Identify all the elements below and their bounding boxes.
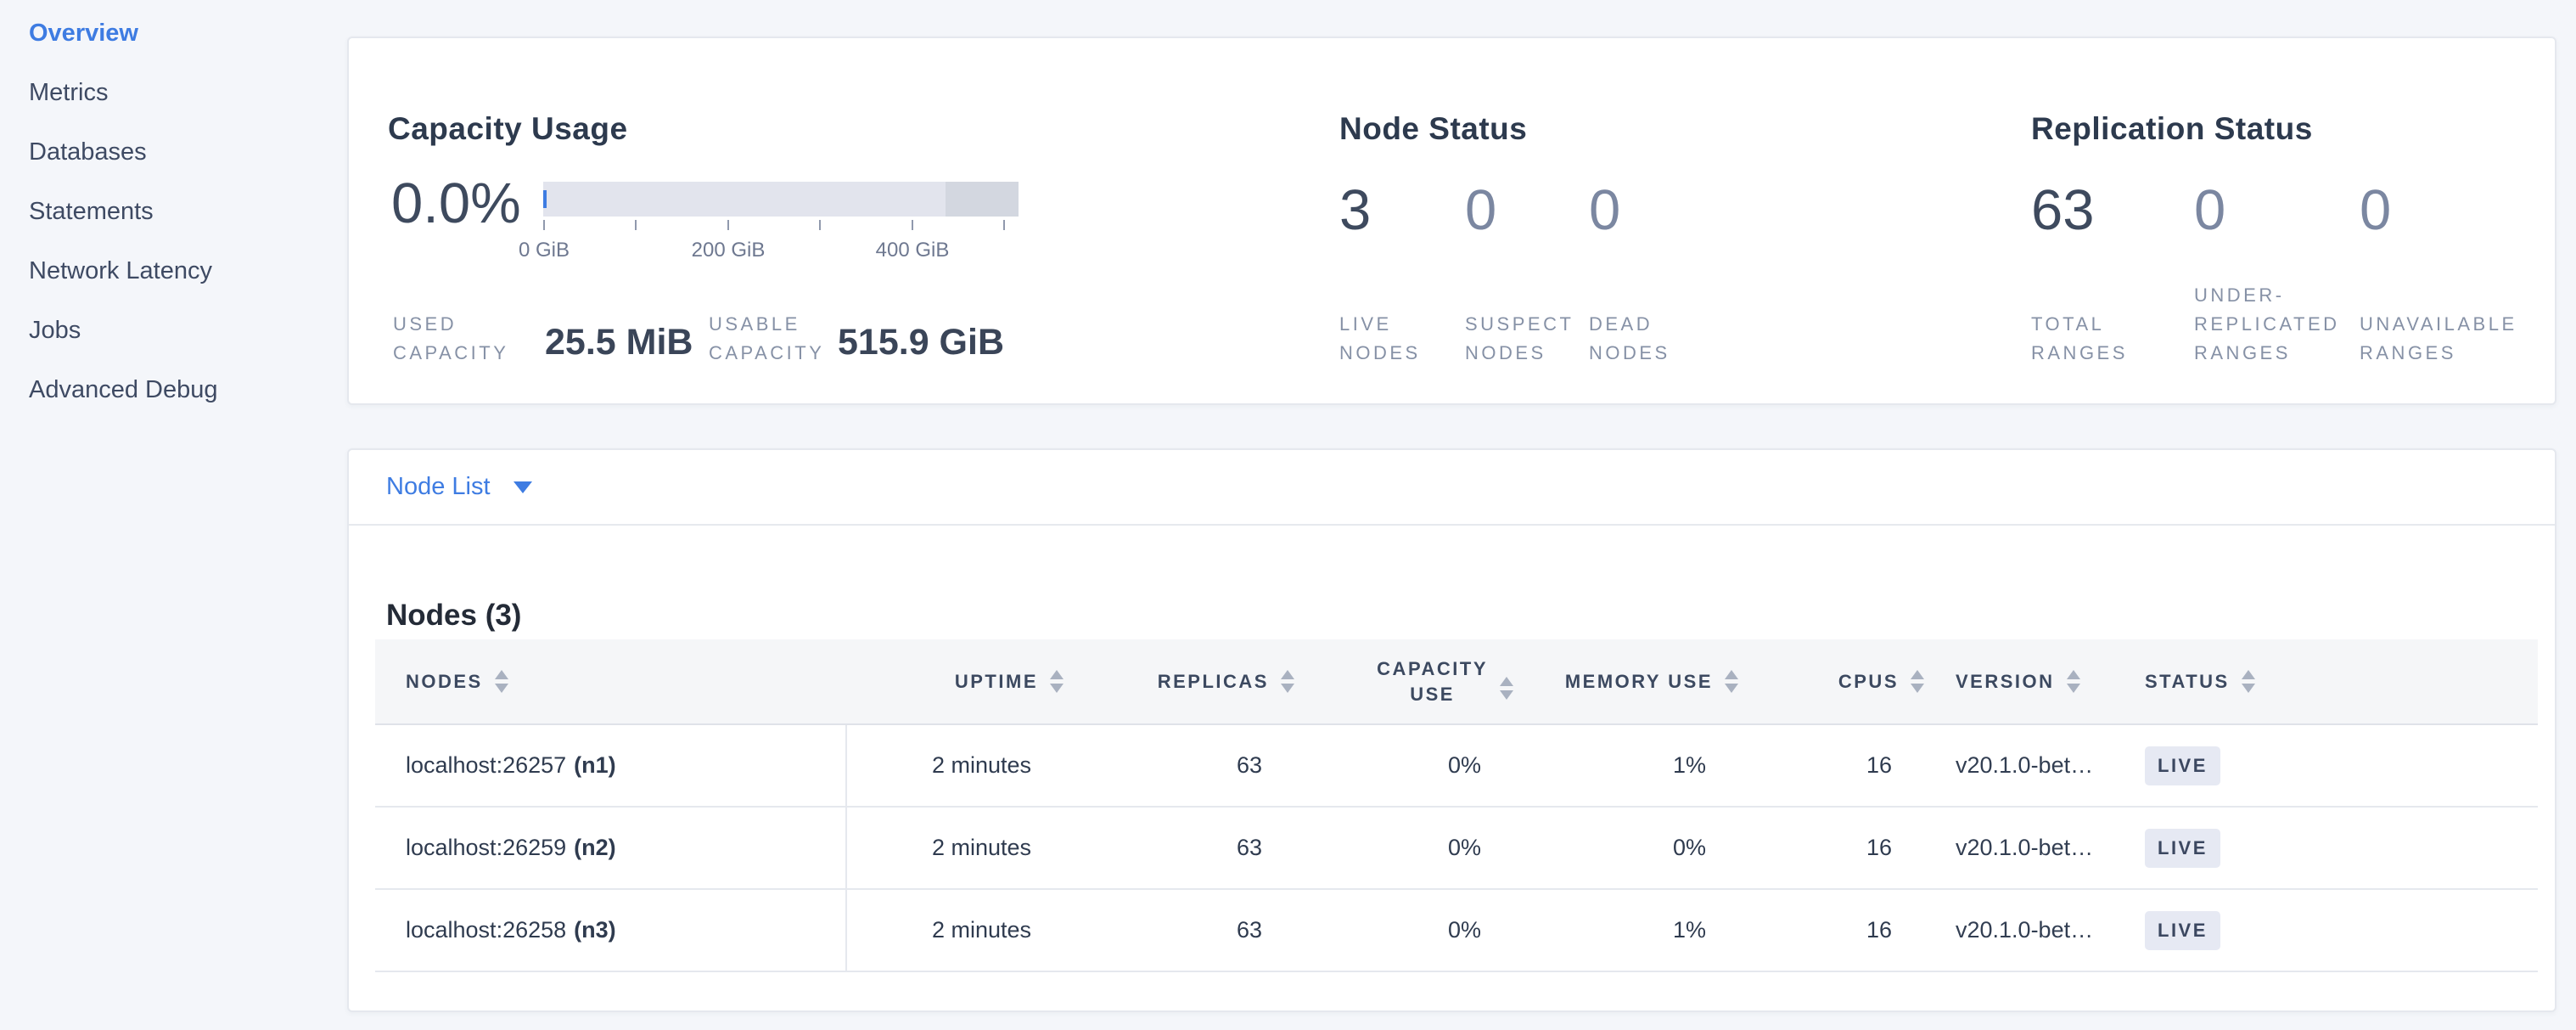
total-ranges-label: TOTAL RANGES [2031,281,2128,368]
table-row[interactable]: localhost:26257(n1) 2 minutes 63 0% 1% 1… [375,724,2538,807]
sidebar-item-advanced-debug[interactable]: Advanced Debug [29,378,347,402]
sidebar-nav: Overview Metrics Databases Statements Ne… [0,0,347,402]
dead-nodes-label: DEAD NODES [1589,281,1670,368]
node-list-dropdown-label[interactable]: Node List [386,473,491,501]
column-header-cpus[interactable]: CPUS [1728,639,1914,724]
status-badge: LIVE [2145,746,2220,785]
column-header-status[interactable]: STATUS [2116,639,2538,724]
total-ranges-metric: 63 [2031,171,2194,250]
node-list-dropdown[interactable]: Node List [349,450,2555,526]
column-header-version[interactable]: VERSION [1914,639,2116,724]
uptime-cell: 2 minutes [846,889,1053,971]
suspect-nodes-label: SUSPECT NODES [1465,281,1574,368]
used-capacity-label: USED CAPACITY [393,281,508,368]
usable-capacity-value: 515.9 GiB [838,322,1004,363]
capacity-use-cell: 0% [1284,889,1503,971]
capacity-used-percent: 0.0% [391,171,521,236]
status-cell: LIVE [2116,724,2538,807]
node-status-title: Node Status [1339,111,1527,147]
capacity-use-cell: 0% [1284,807,1503,889]
sidebar-item-statements[interactable]: Statements [29,200,347,224]
replication-status-metrics: 63 0 0 [2031,171,2391,250]
node-list-card: Node List Nodes (3) NODES [347,448,2556,1012]
used-capacity-value: 25.5 MiB [545,322,693,363]
replicas-cell: 63 [1053,889,1284,971]
capacity-bar-reserved-segment [946,182,1019,217]
nodes-table: NODES UPTIME REPLICAS [375,639,2538,972]
sort-icon [1281,670,1294,693]
suspect-nodes-metric: 0 [1465,171,1589,250]
column-header-memory-use[interactable]: MEMORY USE [1503,639,1728,724]
uptime-cell: 2 minutes [846,724,1053,807]
nodes-section-title: Nodes (3) [386,599,521,633]
cpus-cell: 16 [1728,807,1914,889]
column-header-nodes[interactable]: NODES [375,639,846,724]
status-badge: LIVE [2145,829,2220,868]
version-cell: v20.1.0-bet… [1914,889,2116,971]
dead-nodes-metric: 0 [1589,171,1620,250]
sort-icon [1050,670,1064,693]
replicas-cell: 63 [1053,807,1284,889]
sort-icon [495,670,508,693]
sidebar: Overview Metrics Databases Statements Ne… [0,0,347,1030]
under-replicated-ranges-metric: 0 [2194,171,2360,250]
capacity-bar-axis: 0 GiB 200 GiB 400 GiB [543,220,1019,271]
column-header-uptime[interactable]: UPTIME [846,639,1053,724]
sidebar-item-network-latency[interactable]: Network Latency [29,259,347,284]
node-address-cell[interactable]: localhost:26257(n1) [375,724,846,807]
node-status-metrics: 3 0 0 [1339,171,1620,250]
sidebar-item-databases[interactable]: Databases [29,140,347,165]
memory-use-cell: 1% [1503,889,1728,971]
unavailable-ranges-metric: 0 [2360,171,2391,250]
sort-icon [2067,670,2080,693]
under-replicated-ranges-label: UNDER- REPLICATED RANGES [2194,281,2340,368]
usable-capacity-label: USABLE CAPACITY [709,281,824,368]
axis-label-400gib: 400 GiB [876,239,950,262]
uptime-cell: 2 minutes [846,807,1053,889]
sort-icon [1911,670,1924,693]
node-address-cell[interactable]: localhost:26258(n3) [375,889,846,971]
sort-icon [1725,670,1738,693]
unavailable-ranges-label: UNAVAILABLE RANGES [2360,281,2517,368]
cluster-summary-card: Capacity Usage 0.0% 0 GiB 200 GiB 400 Gi… [347,37,2556,405]
table-row[interactable]: localhost:26259(n2) 2 minutes 63 0% 0% 1… [375,807,2538,889]
node-address-cell[interactable]: localhost:26259(n2) [375,807,846,889]
cpus-cell: 16 [1728,724,1914,807]
capacity-use-cell: 0% [1284,724,1503,807]
live-nodes-label: LIVE NODES [1339,281,1421,368]
sidebar-item-overview[interactable]: Overview [29,21,347,46]
sidebar-item-metrics[interactable]: Metrics [29,81,347,105]
table-header-row: NODES UPTIME REPLICAS [375,639,2538,724]
axis-label-200gib: 200 GiB [692,239,766,262]
status-cell: LIVE [2116,807,2538,889]
status-badge: LIVE [2145,911,2220,950]
axis-label-0gib: 0 GiB [519,239,570,262]
sort-icon [2242,670,2255,693]
replication-status-title: Replication Status [2031,111,2313,147]
table-row[interactable]: localhost:26258(n3) 2 minutes 63 0% 1% 1… [375,889,2538,971]
status-cell: LIVE [2116,889,2538,971]
capacity-usage-title: Capacity Usage [388,111,628,147]
sort-icon [1500,677,1513,700]
replicas-cell: 63 [1053,724,1284,807]
capacity-bar-used-marker [543,190,547,208]
cpus-cell: 16 [1728,889,1914,971]
memory-use-cell: 0% [1503,807,1728,889]
chevron-down-icon [514,481,532,493]
column-header-replicas[interactable]: REPLICAS [1053,639,1284,724]
memory-use-cell: 1% [1503,724,1728,807]
capacity-bar-chart [543,182,1019,217]
column-header-capacity-use[interactable]: CAPACITY USE [1284,639,1503,724]
version-cell: v20.1.0-bet… [1914,724,2116,807]
live-nodes-metric: 3 [1339,171,1465,250]
sidebar-item-jobs[interactable]: Jobs [29,318,347,343]
version-cell: v20.1.0-bet… [1914,807,2116,889]
